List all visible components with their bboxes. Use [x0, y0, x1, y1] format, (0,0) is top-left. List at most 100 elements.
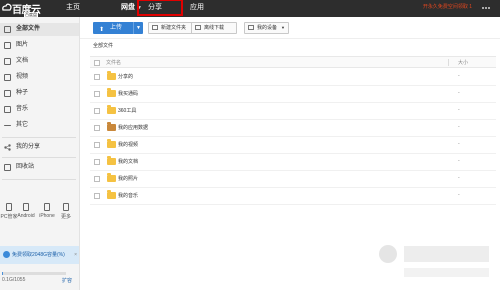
- file-row[interactable]: 我的文档 -: [90, 154, 496, 171]
- storage-usage: 0.1G/1055 扩容: [2, 272, 76, 284]
- file-row[interactable]: 我的应用数据 -: [90, 120, 496, 137]
- file-name[interactable]: 360工具: [118, 107, 136, 114]
- video-icon: [4, 74, 11, 81]
- file-name[interactable]: 我的音乐: [118, 192, 138, 199]
- nav-share[interactable]: 分享: [137, 0, 183, 16]
- upload-label: 上传: [110, 25, 123, 31]
- device-iphone[interactable]: iPhone: [38, 203, 56, 219]
- toolbar: ⬆ 上传 ▼ 新建文件夹 离线下载 我的设备 ▼: [80, 17, 500, 39]
- image-icon: [4, 42, 11, 49]
- column-name-header[interactable]: 文件名: [106, 59, 121, 66]
- music-icon: [4, 106, 11, 113]
- file-name[interactable]: 我的文档: [118, 158, 138, 165]
- device-pc[interactable]: PC管家: [0, 203, 18, 220]
- chevron-down-icon[interactable]: ▼: [136, 22, 141, 34]
- sidebar-divider: [2, 157, 76, 158]
- nav-apps[interactable]: 应用: [190, 0, 204, 17]
- row-checkbox[interactable]: [94, 193, 100, 199]
- logo[interactable]: 百度云 百度盘: [0, 0, 50, 17]
- file-row[interactable]: 我买通码 -: [90, 86, 496, 103]
- sidebar-item-label: 我的分享: [16, 144, 41, 150]
- device-label: Android: [17, 213, 35, 219]
- row-checkbox[interactable]: [94, 74, 100, 80]
- device-more[interactable]: 更多: [57, 203, 75, 220]
- expand-link[interactable]: 扩容: [62, 277, 72, 284]
- new-folder-button[interactable]: 新建文件夹: [148, 22, 197, 34]
- nav-home[interactable]: 主页: [66, 0, 80, 17]
- folder-icon: [107, 122, 116, 131]
- promo-ball-icon: [3, 251, 10, 258]
- sidebar-item-images[interactable]: 图片: [0, 39, 79, 52]
- file-row[interactable]: 我的音乐 -: [90, 188, 496, 205]
- row-checkbox[interactable]: [94, 159, 100, 165]
- sidebar-item-videos[interactable]: 视频: [0, 71, 79, 84]
- select-all-checkbox[interactable]: [94, 60, 100, 66]
- sidebar-item-trash[interactable]: 回收站: [0, 161, 79, 174]
- row-checkbox[interactable]: [94, 142, 100, 148]
- folder-icon: [107, 173, 116, 182]
- sidebar-item-label: 音乐: [16, 106, 29, 112]
- file-row[interactable]: 我的照片 -: [90, 171, 496, 188]
- usage-bar: [2, 272, 66, 275]
- upload-button[interactable]: ⬆ 上传 ▼: [93, 22, 143, 34]
- file-name[interactable]: 我的照片: [118, 175, 138, 182]
- sidebar-item-other[interactable]: 其它: [0, 119, 79, 132]
- close-icon[interactable]: ×: [74, 246, 77, 264]
- torrent-icon: [4, 90, 11, 97]
- trash-icon: [4, 164, 11, 171]
- file-row[interactable]: 360工具 -: [90, 103, 496, 120]
- free-space-promo[interactable]: 免费领取2048G容量(%) ×: [0, 246, 79, 264]
- folder-icon: [107, 139, 116, 148]
- sidebar-divider: [2, 179, 76, 180]
- android-icon: [23, 203, 29, 211]
- sidebar-item-label: 全部文件: [16, 26, 41, 32]
- device-label: 更多: [60, 214, 71, 220]
- usage-bar-fill: [2, 272, 4, 275]
- sidebar-item-all-files[interactable]: 全部文件: [0, 23, 79, 36]
- row-checkbox[interactable]: [94, 108, 100, 114]
- sidebar-divider: [2, 137, 76, 138]
- offline-download-button[interactable]: 离线下载: [191, 22, 237, 34]
- all-files-icon: [4, 26, 11, 33]
- promo-box-text: 免费领取2048G容量(%): [12, 252, 65, 258]
- folder-icon: [107, 156, 116, 165]
- devices-label: 我的设备: [257, 25, 278, 31]
- top-bar: 百度云 百度盘 主页 网盘 ▼ 分享 应用 开永久免费空间领取 1: [0, 0, 500, 17]
- upload-split: [133, 22, 134, 34]
- file-name[interactable]: 我的应用数据: [118, 124, 148, 131]
- folder-icon: [107, 88, 116, 97]
- menu-dots-icon[interactable]: [482, 4, 496, 12]
- more-icon: [63, 203, 69, 211]
- sidebar: 全部文件 图片 文档 视频 种子 音乐 其它 我的分享 回收站 PC管家 And…: [0, 17, 80, 290]
- promo-link[interactable]: 开永久免费空间领取 1: [423, 0, 472, 17]
- row-checkbox[interactable]: [94, 125, 100, 131]
- file-row[interactable]: 我的视频 -: [90, 137, 496, 154]
- row-checkbox[interactable]: [94, 91, 100, 97]
- sidebar-item-documents[interactable]: 文档: [0, 55, 79, 68]
- upload-icon: ⬆: [99, 27, 105, 33]
- sidebar-item-torrents[interactable]: 种子: [0, 87, 79, 100]
- sidebar-item-music[interactable]: 音乐: [0, 103, 79, 116]
- file-name[interactable]: 我的视频: [118, 141, 138, 148]
- file-size: -: [458, 90, 460, 96]
- folder-icon: [107, 105, 116, 114]
- new-folder-label: 新建文件夹: [161, 25, 187, 31]
- file-name[interactable]: 分享的: [118, 73, 133, 80]
- file-size: -: [458, 141, 460, 147]
- sidebar-item-label: 回收站: [16, 164, 35, 170]
- folder-icon: [107, 71, 116, 80]
- file-row[interactable]: 分享的 -: [90, 69, 496, 86]
- device-label: iPhone: [39, 213, 55, 219]
- breadcrumb: 全部文件: [93, 43, 114, 49]
- cloud-logo-icon: [2, 3, 12, 11]
- column-divider: [448, 59, 449, 66]
- sidebar-item-my-share[interactable]: 我的分享: [0, 141, 79, 154]
- device-android[interactable]: Android: [17, 203, 35, 219]
- folder-icon: [107, 190, 116, 199]
- file-size: -: [458, 124, 460, 130]
- column-size-header[interactable]: 大小: [458, 59, 468, 66]
- file-name[interactable]: 我买通码: [118, 90, 138, 97]
- row-checkbox[interactable]: [94, 176, 100, 182]
- my-devices-button[interactable]: 我的设备 ▼: [244, 22, 289, 34]
- sidebar-item-label: 图片: [16, 42, 29, 48]
